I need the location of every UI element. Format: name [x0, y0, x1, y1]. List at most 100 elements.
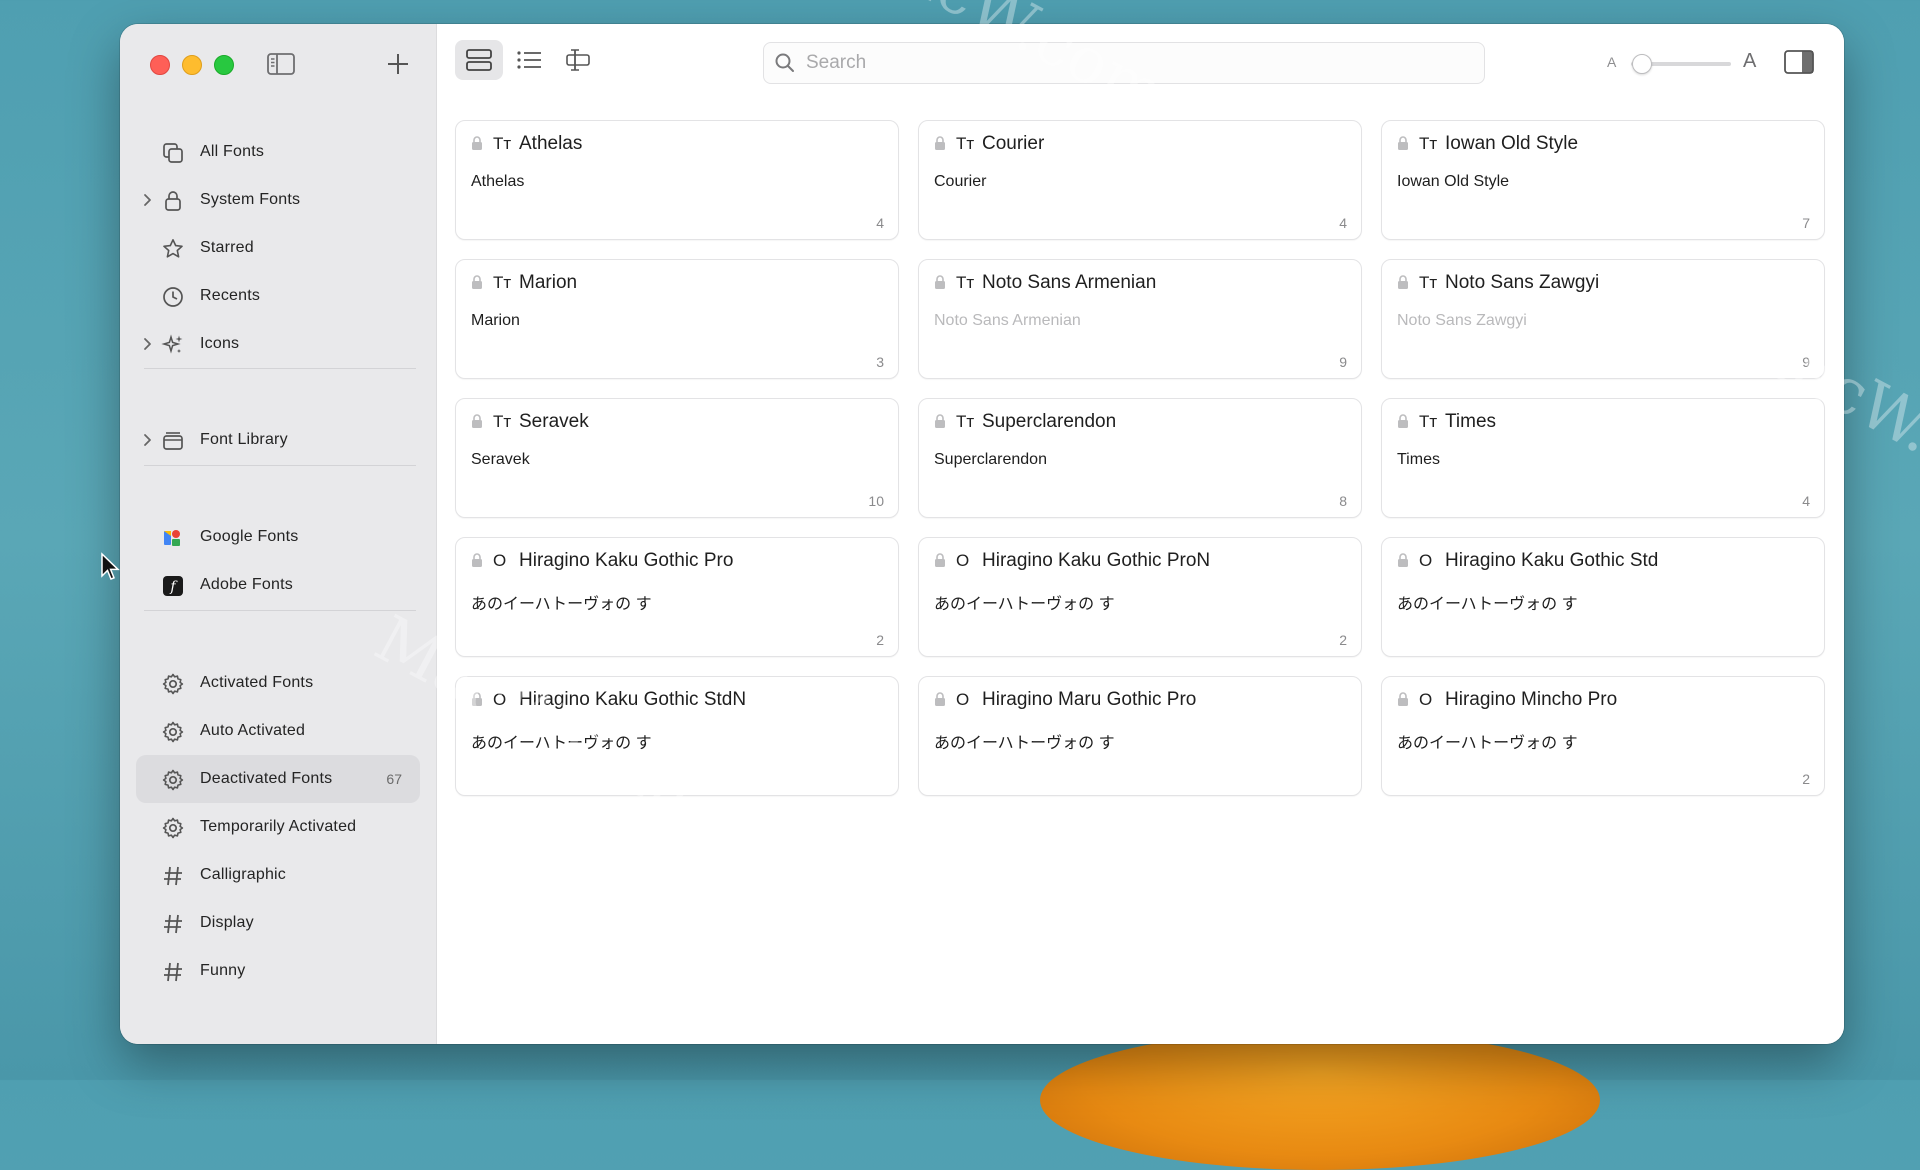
sidebar-item-label: Calligraphic — [200, 866, 286, 883]
font-family-name: Hiragino Kaku Gothic Std — [1445, 550, 1659, 571]
font-size-small-label: A — [1607, 54, 1617, 70]
chevron-right-icon[interactable] — [142, 432, 154, 448]
sidebar-item-label: Auto Activated — [200, 722, 306, 739]
style-count: 4 — [1802, 493, 1810, 509]
toolbar: A A — [437, 24, 1844, 104]
sidebar-item-deactivated-fonts[interactable]: Deactivated Fonts 67 — [136, 755, 420, 803]
close-button[interactable] — [150, 55, 170, 75]
font-family-name: Marion — [519, 272, 578, 293]
sidebar-item-label: Funny — [200, 962, 246, 979]
sidebar-item-label: Google Fonts — [200, 528, 299, 545]
text-cursor-icon — [566, 49, 590, 71]
sidebar-item-label: Temporarily Activated — [200, 818, 357, 835]
font-card[interactable]: Tт Times Times 4 — [1381, 398, 1825, 518]
sidebar-item-google-fonts[interactable]: Google Fonts — [136, 513, 420, 561]
font-grid: Tт Athelas Athelas 4 Tт Courier Courier 4 Tт Iowa… — [455, 120, 1825, 796]
lock-icon — [934, 274, 946, 290]
font-card[interactable]: O Hiragino Kaku Gothic Pro あのイーハトーヴォの す 2 — [455, 537, 899, 657]
lock-icon — [471, 274, 483, 290]
font-format-icon: Tт — [493, 412, 512, 431]
sidebar-item-activated-fonts[interactable]: Activated Fonts — [136, 659, 420, 707]
sidebar-item-auto-activated[interactable]: Auto Activated — [136, 707, 420, 755]
font-card[interactable]: Tт Courier Courier 4 — [918, 120, 1362, 240]
font-family-name: Hiragino Kaku Gothic ProN — [982, 550, 1211, 571]
sidebar-item-icons[interactable]: Icons — [136, 320, 420, 368]
slider-thumb[interactable] — [1632, 54, 1652, 74]
nav-services: Google Fonts f Adobe Fonts — [120, 513, 436, 609]
font-family-name: Courier — [982, 133, 1045, 154]
star-icon — [160, 236, 186, 262]
font-format-icon: O — [956, 690, 970, 709]
sidebar-divider — [144, 368, 416, 369]
font-card[interactable]: O Hiragino Kaku Gothic Std あのイーハトーヴォの す — [1381, 537, 1825, 657]
font-card[interactable]: Tт Superclarendon Superclarendon 8 — [918, 398, 1362, 518]
search-icon — [775, 53, 794, 72]
chevron-right-icon[interactable] — [142, 336, 154, 352]
text-cursor-view-button[interactable] — [555, 40, 603, 80]
sidebar-item-temporarily-activated[interactable]: Temporarily Activated — [136, 803, 420, 851]
lock-icon — [1397, 413, 1409, 429]
font-sample-text: Noto Sans Armenian — [934, 312, 1081, 329]
font-card[interactable]: Tт Marion Marion 3 — [455, 259, 899, 379]
font-card[interactable]: O Hiragino Kaku Gothic ProN あのイーハトーヴォの す 2 — [918, 537, 1362, 657]
font-card[interactable]: O Hiragino Mincho Pro あのイーハトーヴォの す 2 — [1381, 676, 1825, 796]
sidebar-item-font-library[interactable]: Font Library — [136, 416, 420, 464]
font-card[interactable]: O Hiragino Maru Gothic Pro あのイーハトーヴォの す — [918, 676, 1362, 796]
zoom-button[interactable] — [214, 55, 234, 75]
search-field[interactable] — [763, 42, 1485, 84]
mouse-pointer-icon — [101, 552, 120, 580]
lock-icon — [934, 135, 946, 151]
minimize-button[interactable] — [182, 55, 202, 75]
preview-size-slider[interactable] — [1631, 54, 1731, 74]
add-icon[interactable] — [382, 48, 414, 80]
font-card[interactable]: Tт Noto Sans Zawgyi Noto Sans Zawgyi 9 — [1381, 259, 1825, 379]
style-count: 10 — [868, 493, 884, 509]
font-family-name: Hiragino Kaku Gothic StdN — [519, 689, 747, 710]
style-count: 2 — [1339, 632, 1347, 648]
font-sample-text: あのイーハトーヴォの す — [934, 735, 1115, 752]
search-input[interactable] — [804, 51, 1448, 75]
font-card[interactable]: Tт Iowan Old Style Iowan Old Style 7 — [1381, 120, 1825, 240]
font-format-icon: O — [956, 551, 970, 570]
sidebar-item-starred[interactable]: Starred — [136, 224, 420, 272]
font-sample-text: あのイーハトーヴォの す — [1397, 735, 1578, 752]
sidebar-item-label: System Fonts — [200, 191, 301, 208]
sidebar-item-funny[interactable]: Funny — [136, 947, 420, 995]
lock-icon — [934, 691, 946, 707]
sidebar-item-all-fonts[interactable]: All Fonts — [136, 128, 420, 176]
inspector-toggle-icon[interactable] — [1783, 48, 1815, 76]
style-count: 4 — [876, 215, 884, 231]
lock-icon — [934, 552, 946, 568]
gear-icon — [160, 719, 186, 745]
sparkles-icon — [160, 332, 186, 358]
font-format-icon: Tт — [956, 412, 975, 431]
grid-view-icon — [466, 49, 492, 71]
sidebar-item-display[interactable]: Display — [136, 899, 420, 947]
sidebar-item-calligraphic[interactable]: Calligraphic — [136, 851, 420, 899]
font-card[interactable]: Tт Noto Sans Armenian Noto Sans Armenian 9 — [918, 259, 1362, 379]
font-card[interactable]: O Hiragino Kaku Gothic StdN あのイーハトーヴォの す — [455, 676, 899, 796]
hash-icon — [160, 863, 186, 889]
sidebar-item-system-fonts[interactable]: System Fonts — [136, 176, 420, 224]
gear-icon — [160, 767, 186, 793]
font-sample-text: Noto Sans Zawgyi — [1397, 312, 1527, 329]
sidebar-item-label: Font Library — [200, 431, 288, 448]
font-family-name: Iowan Old Style — [1445, 133, 1579, 154]
window-controls — [150, 55, 234, 75]
google-fonts-icon — [160, 525, 186, 551]
sidebar-item-recents[interactable]: Recents — [136, 272, 420, 320]
font-format-icon: Tт — [1419, 273, 1438, 292]
grid-view-button[interactable] — [455, 40, 503, 80]
font-sample-text: Athelas — [471, 173, 525, 190]
sidebar-item-adobe-fonts[interactable]: f Adobe Fonts — [136, 561, 420, 609]
font-card[interactable]: Tт Seravek Seravek 10 — [455, 398, 899, 518]
font-format-icon: O — [1419, 690, 1433, 709]
chevron-right-icon[interactable] — [142, 192, 154, 208]
sidebar-toggle-icon[interactable] — [266, 50, 296, 78]
font-sample-text: あのイーハトーヴォの す — [934, 596, 1115, 613]
font-format-icon: Tт — [1419, 134, 1438, 153]
font-card[interactable]: Tт Athelas Athelas 4 — [455, 120, 899, 240]
adobe-fonts-icon: f — [160, 573, 186, 599]
font-family-name: Noto Sans Armenian — [982, 272, 1157, 293]
list-view-button[interactable] — [505, 40, 553, 80]
